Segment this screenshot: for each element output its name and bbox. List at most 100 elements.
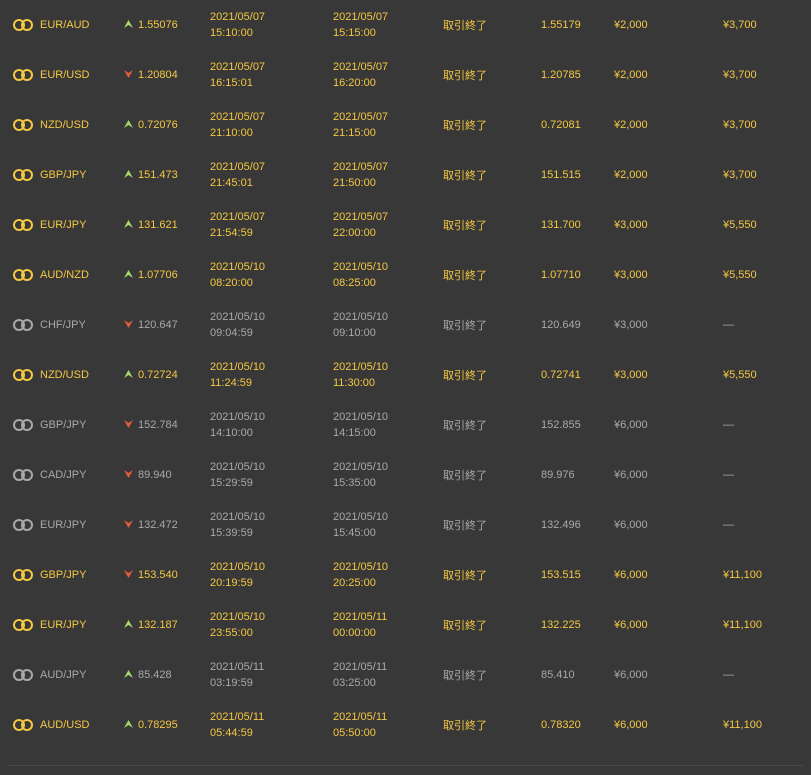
start-date: 2021/05/10 [210, 511, 266, 523]
end-time-cell: 2021/05/07 15:15:00 [333, 0, 388, 50]
entry-rate: 0.72724 [138, 369, 178, 381]
pair-label: EUR/USD [40, 69, 90, 81]
start-date: 2021/05/11 [210, 661, 265, 673]
end-date: 2021/05/10 [333, 461, 389, 473]
status-label: 取引終了 [443, 20, 487, 32]
trade-row[interactable]: GBP/JPY 151.473 2021/05/07 21:45:01 2021/05/… [0, 150, 811, 200]
end-date: 2021/05/11 [333, 661, 388, 673]
exit-rate: 1.07710 [541, 269, 581, 281]
trade-row[interactable]: EUR/JPY 132.472 2021/05/10 15:39:59 2021/05/… [0, 500, 811, 550]
entry-rate: 132.472 [138, 519, 178, 531]
start-time-cell: 2021/05/10 08:20:00 [210, 250, 265, 300]
end-time-cell: 2021/05/07 16:20:00 [333, 50, 388, 100]
pair-label: GBP/JPY [40, 169, 87, 181]
status-label: 取引終了 [443, 620, 487, 632]
end-time-cell: 2021/05/10 11:30:00 [333, 350, 388, 400]
payout-amount: ¥5,550 [723, 269, 757, 281]
status-label: 取引終了 [443, 120, 487, 132]
trade-row[interactable]: NZD/USD 0.72724 2021/05/10 11:24:59 2021/05/… [0, 350, 811, 400]
trade-row[interactable]: GBP/JPY 152.784 2021/05/10 14:10:00 2021/05/… [0, 400, 811, 450]
end-time-cell: 2021/05/07 21:50:00 [333, 150, 388, 200]
end-time-cell: 2021/05/10 20:25:00 [333, 550, 388, 600]
entry-rate: 131.621 [138, 219, 178, 231]
end-date: 2021/05/10 [333, 561, 389, 573]
payout-amount: ¥3,700 [723, 69, 757, 81]
trade-row[interactable]: EUR/AUD 1.55076 2021/05/07 15:10:00 2021/05/… [0, 0, 811, 50]
end-time-cell: 2021/05/11 00:00:00 [333, 600, 387, 650]
end-date: 2021/05/07 [333, 211, 389, 223]
trade-amount: ¥3,000 [614, 369, 648, 381]
entry-rate: 89.940 [138, 469, 172, 481]
direction-indicator [122, 400, 134, 450]
currency-pair-icon [12, 600, 36, 650]
end-time: 00:00:00 [333, 627, 376, 639]
trade-row[interactable]: AUD/USD 0.78295 2021/05/11 05:44:59 2021/05/… [0, 700, 811, 750]
currency-pair-icon [12, 650, 36, 700]
end-time-cell: 2021/05/10 08:25:00 [333, 250, 388, 300]
end-time: 15:45:00 [333, 527, 376, 539]
status-label: 取引終了 [443, 470, 487, 482]
currency-pair-icon [12, 200, 36, 250]
high-arrow-icon [123, 619, 133, 631]
payout-amount: ¥3,700 [723, 119, 757, 131]
high-arrow-icon [123, 169, 133, 181]
trade-row[interactable]: CAD/JPY 89.940 2021/05/10 15:29:59 2021/05/1… [0, 450, 811, 500]
currency-pair-icon [12, 400, 36, 450]
start-time-cell: 2021/05/10 23:55:00 [210, 600, 265, 650]
trade-row[interactable]: EUR/JPY 131.621 2021/05/07 21:54:59 2021/05/… [0, 200, 811, 250]
start-time-cell: 2021/05/10 11:24:59 [210, 350, 265, 400]
pair-label: EUR/JPY [40, 619, 87, 631]
entry-rate: 1.55076 [138, 19, 178, 31]
start-time: 08:20:00 [210, 277, 253, 289]
start-date: 2021/05/10 [210, 311, 266, 323]
low-arrow-icon [123, 569, 133, 581]
status-label: 取引終了 [443, 370, 487, 382]
exit-rate: 1.20785 [541, 69, 581, 81]
payout-amount: — [723, 419, 734, 431]
direction-indicator [122, 50, 134, 100]
trade-history-table: EUR/AUD 1.55076 2021/05/07 15:10:00 2021/05/… [0, 0, 811, 750]
start-time-cell: 2021/05/07 21:54:59 [210, 200, 265, 250]
direction-indicator [122, 250, 134, 300]
end-time: 03:25:00 [333, 677, 376, 689]
pair-label: GBP/JPY [40, 569, 87, 581]
entry-rate: 151.473 [138, 169, 178, 181]
start-time: 03:19:59 [210, 677, 253, 689]
payout-amount: ¥11,100 [723, 569, 762, 581]
trade-row[interactable]: CHF/JPY 120.647 2021/05/10 09:04:59 2021/05/… [0, 300, 811, 350]
end-time: 09:10:00 [333, 327, 376, 339]
trade-amount: ¥3,000 [614, 219, 648, 231]
payout-amount: ¥3,700 [723, 169, 757, 181]
entry-rate: 1.20804 [138, 69, 178, 81]
trade-row[interactable]: GBP/JPY 153.540 2021/05/10 20:19:59 2021/05/… [0, 550, 811, 600]
trade-row[interactable]: AUD/JPY 85.428 2021/05/11 03:19:59 2021/05/1… [0, 650, 811, 700]
end-time: 16:20:00 [333, 77, 376, 89]
end-time-cell: 2021/05/11 05:50:00 [333, 700, 387, 750]
exit-rate: 0.72081 [541, 119, 581, 131]
trade-row[interactable]: NZD/USD 0.72076 2021/05/07 21:10:00 2021/05/… [0, 100, 811, 150]
currency-pair-icon [12, 450, 36, 500]
pair-label: AUD/USD [40, 719, 90, 731]
entry-rate: 1.07706 [138, 269, 178, 281]
direction-indicator [122, 150, 134, 200]
table-bottom-divider [8, 765, 803, 766]
trade-row[interactable]: EUR/USD 1.20804 2021/05/07 16:15:01 2021/05/… [0, 50, 811, 100]
end-time: 05:50:00 [333, 727, 376, 739]
pair-label: NZD/USD [40, 369, 89, 381]
direction-indicator [122, 350, 134, 400]
start-date: 2021/05/07 [210, 61, 266, 73]
exit-rate: 153.515 [541, 569, 581, 581]
direction-indicator [122, 650, 134, 700]
direction-indicator [122, 300, 134, 350]
end-date: 2021/05/11 [333, 711, 388, 723]
exit-rate: 85.410 [541, 669, 575, 681]
high-arrow-icon [123, 219, 133, 231]
currency-pair-icon [12, 500, 36, 550]
entry-rate: 0.78295 [138, 719, 178, 731]
end-time: 14:15:00 [333, 427, 376, 439]
end-date: 2021/05/07 [333, 111, 389, 123]
trade-row[interactable]: EUR/JPY 132.187 2021/05/10 23:55:00 2021/05/… [0, 600, 811, 650]
currency-pair-icon [12, 150, 36, 200]
start-time-cell: 2021/05/11 03:19:59 [210, 650, 264, 700]
trade-row[interactable]: AUD/NZD 1.07706 2021/05/10 08:20:00 2021/05/… [0, 250, 811, 300]
